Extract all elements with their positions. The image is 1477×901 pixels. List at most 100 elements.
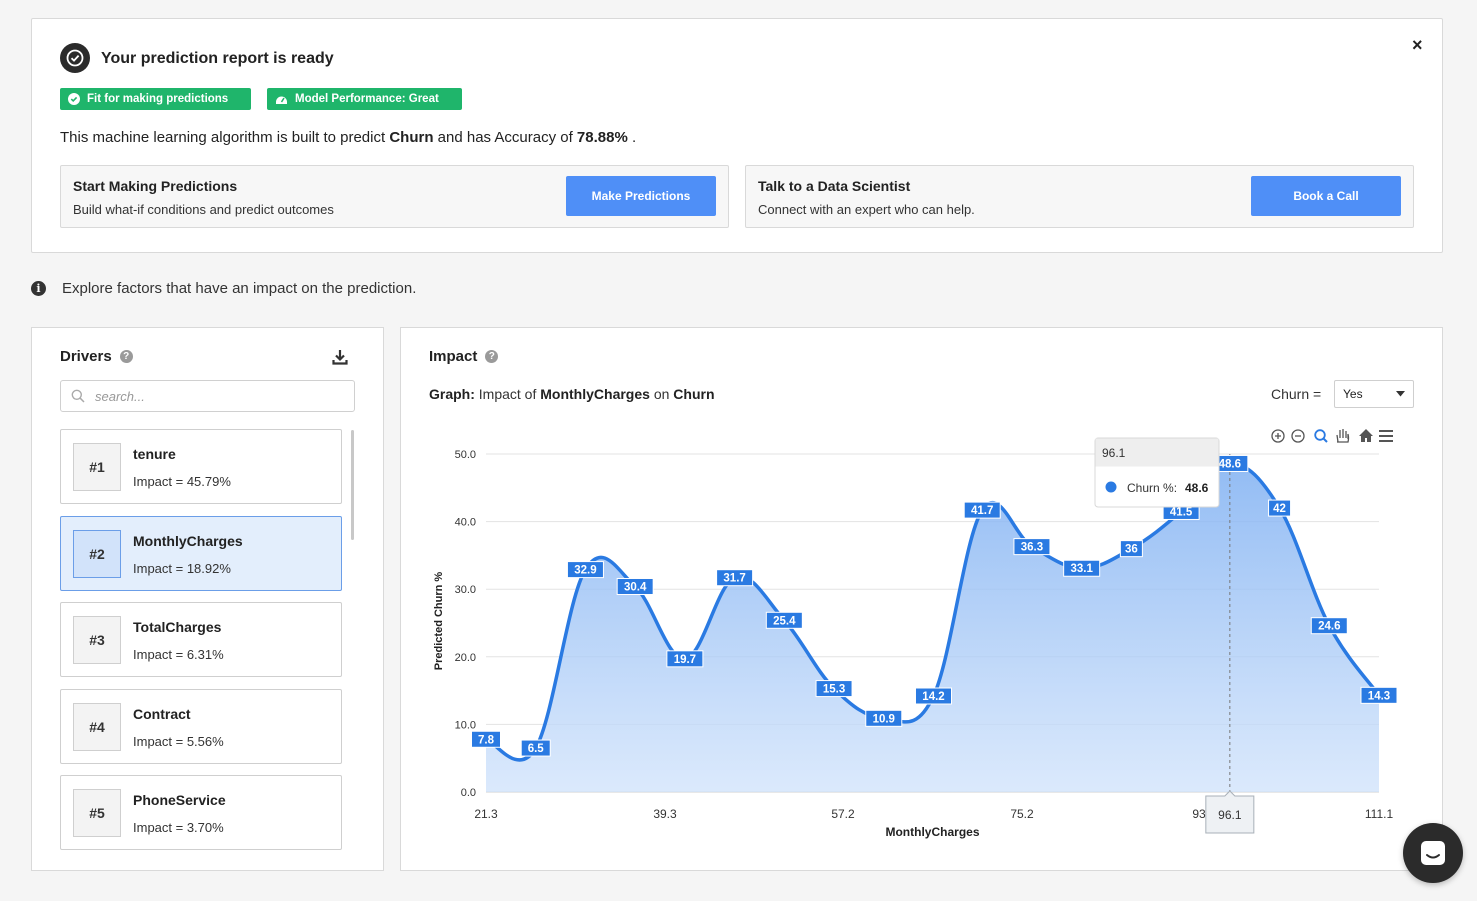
talk-to-scientist-title: Talk to a Data Scientist — [758, 178, 911, 194]
svg-text:24.6: 24.6 — [1318, 621, 1340, 633]
impact-chart: 7.8 6.5 32.9 30.4 19.7 31.7 25.4 15.3 10.9 14.2 41… — [433, 429, 1398, 839]
data-label: 24.6 — [1310, 617, 1348, 635]
driver-item-tenure[interactable]: #1 tenure Impact = 45.79% — [60, 429, 342, 504]
svg-text:48.6: 48.6 — [1219, 458, 1241, 470]
chart-toolbar — [1271, 429, 1393, 443]
svg-text:15.3: 15.3 — [823, 684, 845, 696]
svg-text:96.1: 96.1 — [1218, 808, 1242, 822]
x-tick-label: 93 — [1192, 807, 1206, 821]
performance-badge: Model Performance: Great — [267, 88, 462, 110]
menu-icon[interactable] — [1379, 430, 1393, 442]
performance-badge-label: Model Performance: Great — [295, 93, 439, 105]
data-label: 7.8 — [471, 730, 501, 748]
driver-impact: Impact = 45.79% — [133, 474, 231, 489]
explore-hint: i Explore factors that have an impact on… — [31, 280, 416, 297]
report-title: Your prediction report is ready — [101, 50, 334, 67]
driver-name: MonthlyCharges — [133, 533, 243, 549]
chat-icon — [1421, 841, 1445, 865]
crosshair-x-label: 96.1 — [1205, 790, 1255, 834]
data-label: 14.3 — [1360, 686, 1398, 704]
svg-text:31.7: 31.7 — [723, 573, 745, 585]
data-label: 41.7 — [963, 501, 1001, 519]
driver-impact: Impact = 18.92% — [133, 561, 231, 576]
info-icon: i — [31, 281, 46, 296]
start-predictions-box: Start Making Predictions Build what-if c… — [60, 165, 729, 228]
data-label: 33.1 — [1063, 559, 1101, 577]
series-area — [486, 463, 1379, 792]
svg-text:7.8: 7.8 — [478, 734, 495, 746]
selection-zoom-icon[interactable] — [1314, 429, 1328, 443]
svg-text:25.4: 25.4 — [773, 615, 796, 627]
pan-hand-icon[interactable] — [1336, 429, 1350, 443]
driver-item-monthlycharges[interactable]: #2 MonthlyCharges Impact = 18.92% — [60, 516, 342, 591]
driver-name: tenure — [133, 446, 176, 462]
x-tick-label: 21.3 — [474, 807, 498, 821]
help-icon[interactable]: ? — [119, 350, 133, 363]
search-icon — [71, 389, 85, 403]
tooltip-series-label: Churn %: — [1127, 481, 1177, 495]
drivers-title: Drivers — [60, 348, 112, 365]
x-tick-label: 39.3 — [653, 807, 677, 821]
accuracy-value: 78.88% — [576, 129, 628, 146]
talk-to-scientist-box: Talk to a Data Scientist Connect with an… — [745, 165, 1414, 228]
driver-item-totalcharges[interactable]: #3 TotalCharges Impact = 6.31% — [60, 602, 342, 677]
download-icon[interactable] — [332, 349, 348, 370]
tooltip-value: 48.6 — [1185, 481, 1209, 495]
check-circle-icon — [60, 43, 90, 73]
svg-text:41.7: 41.7 — [971, 505, 993, 517]
driver-search-input[interactable] — [95, 388, 335, 404]
svg-text:14.2: 14.2 — [922, 691, 944, 703]
svg-text:42: 42 — [1273, 503, 1286, 515]
reset-home-icon[interactable] — [1359, 429, 1373, 442]
chat-launcher-button[interactable] — [1403, 823, 1463, 883]
drivers-scrollbar[interactable] — [351, 430, 354, 540]
tooltip-box: 96.1 Churn %: 48.6 — [1094, 437, 1220, 508]
data-label: 31.7 — [716, 569, 754, 587]
y-tick-label: 10.0 — [455, 719, 476, 731]
driver-search — [60, 380, 355, 412]
svg-text:14.3: 14.3 — [1368, 690, 1390, 702]
driver-name: TotalCharges — [133, 619, 222, 635]
data-label: 19.7 — [666, 650, 704, 668]
driver-impact: Impact = 3.70% — [133, 820, 224, 835]
svg-text:10.9: 10.9 — [873, 713, 895, 725]
data-label: 30.4 — [616, 577, 654, 595]
y-tick-label: 50.0 — [455, 449, 476, 461]
chart-area — [486, 463, 1379, 792]
driver-rank: #2 — [73, 530, 121, 578]
driver-name: PhoneService — [133, 792, 226, 808]
driver-name: Contract — [133, 706, 191, 722]
y-tick-label: 30.0 — [455, 584, 476, 596]
data-label: 15.3 — [815, 680, 853, 698]
svg-text:33.1: 33.1 — [1070, 563, 1093, 575]
close-icon[interactable]: × — [1412, 35, 1423, 56]
y-tick-label: 20.0 — [455, 652, 476, 664]
svg-text:41.5: 41.5 — [1170, 506, 1193, 518]
svg-text:30.4: 30.4 — [624, 581, 647, 593]
drivers-panel: Drivers ? #1 tenure Impact = 45.79% #2 M… — [31, 327, 384, 871]
data-label: 36 — [1119, 540, 1143, 558]
model-summary: This machine learning algorithm is built… — [60, 129, 637, 146]
driver-impact: Impact = 5.56% — [133, 734, 224, 749]
data-label: 6.5 — [520, 739, 551, 757]
data-label: 14.2 — [914, 687, 952, 705]
driver-item-phoneservice[interactable]: #5 PhoneService Impact = 3.70% — [60, 775, 342, 850]
gauge-icon — [276, 96, 287, 104]
x-tick-label: 57.2 — [831, 807, 855, 821]
impact-panel: Impact ? Graph: Impact of MonthlyCharges… — [400, 327, 1443, 871]
book-a-call-button[interactable]: Book a Call — [1251, 176, 1401, 216]
data-label: 32.9 — [566, 561, 604, 579]
driver-item-contract[interactable]: #4 Contract Impact = 5.56% — [60, 689, 342, 764]
driver-rank: #1 — [73, 443, 121, 491]
zoom-in-icon[interactable] — [1271, 429, 1285, 443]
svg-text:32.9: 32.9 — [574, 565, 596, 577]
y-tick-label: 0.0 — [461, 787, 476, 799]
data-label: 25.4 — [765, 611, 803, 629]
data-label: 36.3 — [1013, 538, 1051, 556]
drivers-header: Drivers ? — [60, 348, 133, 365]
explore-text: Explore factors that have an impact on t… — [62, 280, 417, 297]
make-predictions-button[interactable]: Make Predictions — [566, 176, 716, 216]
x-tick-label: 111.1 — [1365, 807, 1394, 821]
tooltip-x-value: 96.1 — [1102, 446, 1126, 460]
zoom-out-icon[interactable] — [1291, 429, 1305, 443]
